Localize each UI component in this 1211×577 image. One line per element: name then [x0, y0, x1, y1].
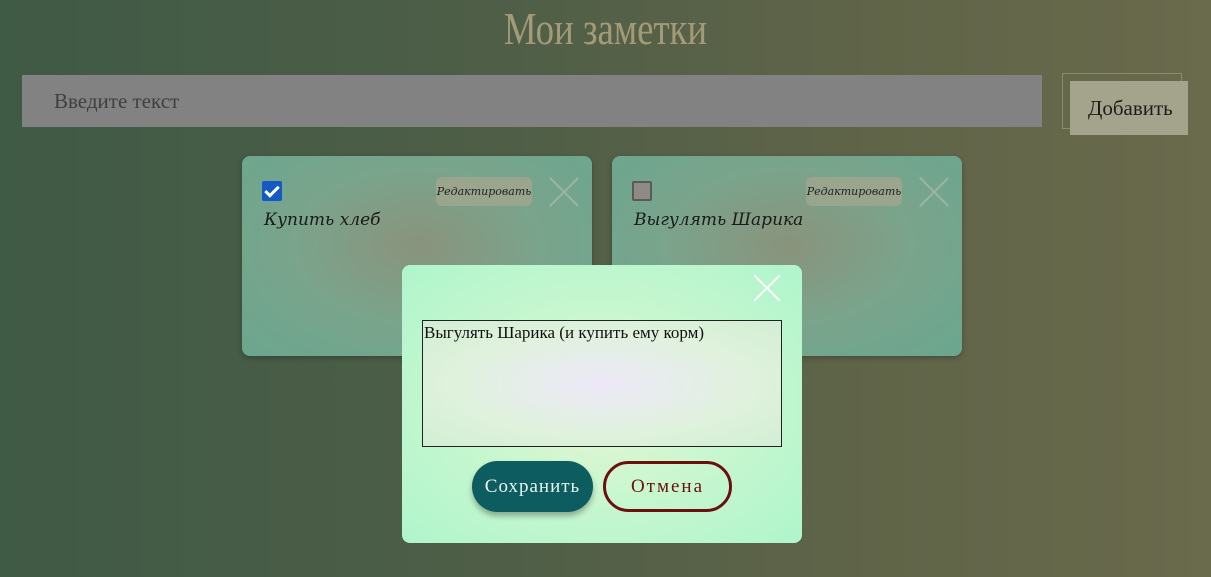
edit-note-textarea[interactable]: Выгулять Шарика (и купить ему корм) [422, 320, 782, 447]
close-icon[interactable] [548, 176, 580, 208]
note-text: Выгулять Шарика [634, 210, 804, 230]
close-icon[interactable] [752, 273, 782, 303]
edit-button[interactable]: Редактировать [436, 177, 532, 206]
note-text: Купить хлеб [264, 210, 381, 230]
add-button[interactable]: Добавить [1070, 81, 1188, 135]
checkbox-checked-icon[interactable] [262, 181, 282, 201]
note-text-input[interactable] [22, 75, 1042, 127]
page-title: Мои заметки [503, 3, 708, 54]
edit-note-modal: Выгулять Шарика (и купить ему корм) Сохр… [402, 265, 802, 543]
checkbox-unchecked-icon[interactable] [632, 181, 652, 201]
close-icon[interactable] [918, 176, 950, 208]
edit-button[interactable]: Редактировать [806, 177, 902, 206]
save-button[interactable]: Сохранить [472, 461, 593, 512]
cancel-button[interactable]: Отмена [603, 461, 732, 512]
